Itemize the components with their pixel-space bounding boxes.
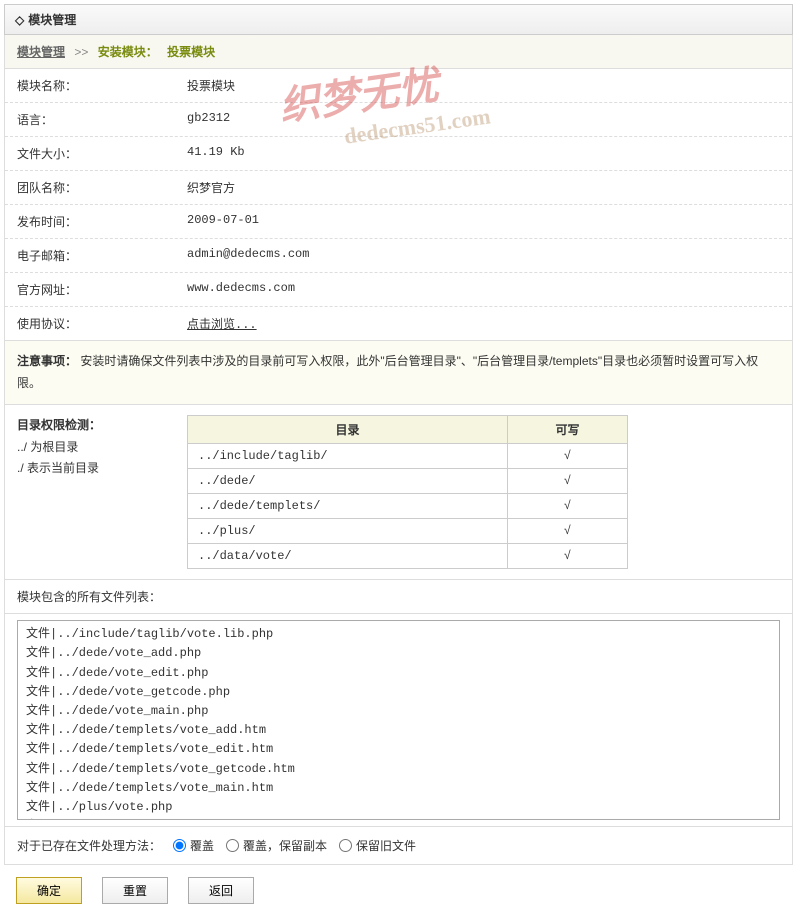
permission-section: 目录权限检测： ../ 为根目录 ./ 表示当前目录 目录 可写 ../incl… <box>4 405 793 580</box>
radio-backup[interactable]: 覆盖，保留副本 <box>226 837 327 854</box>
email-value: admin@dedecms.com <box>187 247 309 264</box>
filelist-header: 模块包含的所有文件列表： <box>4 580 793 614</box>
list-item: 文件|../dede/vote_getcode.php <box>26 683 771 702</box>
list-item: 文件|../include/taglib/vote.lib.php <box>26 625 771 644</box>
email-label: 电子邮箱： <box>17 247 187 264</box>
breadcrumb: 模块管理 >> 安装模块： 投票模块 <box>4 35 793 69</box>
radio-overwrite[interactable]: 覆盖 <box>173 837 214 854</box>
list-item: 文件|../dede/templets/vote_main.htm <box>26 779 771 798</box>
list-item: 文件|../dede/vote_main.php <box>26 702 771 721</box>
size-value: 41.19 Kb <box>187 145 245 162</box>
page-title: 模块管理 <box>28 11 76 28</box>
list-item: 文件|../dede/templets/vote_add.htm <box>26 721 771 740</box>
writable-cell: √ <box>508 494 628 519</box>
list-item: 文件|../data/vote/vote_1.js <box>26 817 771 820</box>
dir-cell: ../dede/ <box>188 469 508 494</box>
module-info: 模块名称：投票模块 语言：gb2312 文件大小：41.19 Kb 团队名称：织… <box>4 69 793 341</box>
agree-label: 使用协议： <box>17 315 187 332</box>
dir-cell: ../data/vote/ <box>188 544 508 569</box>
writable-cell: √ <box>508 544 628 569</box>
list-item: 文件|../dede/templets/vote_edit.htm <box>26 740 771 759</box>
table-row: ../include/taglib/√ <box>188 444 628 469</box>
url-value: www.dedecms.com <box>187 281 295 298</box>
file-list[interactable]: 文件|../include/taglib/vote.lib.php文件|../d… <box>17 620 780 820</box>
agree-link[interactable]: 点击浏览... <box>187 315 257 332</box>
breadcrumb-root[interactable]: 模块管理 <box>17 45 65 59</box>
radio-backup-input[interactable] <box>226 839 239 852</box>
writable-cell: √ <box>508 469 628 494</box>
notice-text: 安装时请确保文件列表中涉及的目录前可写入权限，此外"后台管理目录"、"后台管理目… <box>17 354 758 390</box>
breadcrumb-action: 安装模块： <box>98 45 158 59</box>
button-row: 确定 重置 返回 <box>4 865 793 916</box>
lang-label: 语言： <box>17 111 187 128</box>
table-row: ../dede/√ <box>188 469 628 494</box>
breadcrumb-arrow: >> <box>74 45 88 59</box>
url-label: 官方网址： <box>17 281 187 298</box>
col-write: 可写 <box>508 416 628 444</box>
radio-keep-input[interactable] <box>339 839 352 852</box>
date-label: 发布时间： <box>17 213 187 230</box>
permission-table: 目录 可写 ../include/taglib/√../dede/√../ded… <box>187 415 628 569</box>
list-item: 文件|../dede/vote_add.php <box>26 644 771 663</box>
options-row: 对于已存在文件处理方法： 覆盖 覆盖，保留副本 保留旧文件 <box>4 827 793 865</box>
dir-cell: ../dede/templets/ <box>188 494 508 519</box>
size-label: 文件大小： <box>17 145 187 162</box>
list-item: 文件|../plus/vote.php <box>26 798 771 817</box>
name-value: 投票模块 <box>187 77 235 94</box>
radio-keep[interactable]: 保留旧文件 <box>339 837 416 854</box>
notice-box: 注意事项： 安装时请确保文件列表中涉及的目录前可写入权限，此外"后台管理目录"、… <box>4 341 793 405</box>
diamond-icon: ◇ <box>15 13 24 27</box>
team-label: 团队名称： <box>17 179 187 196</box>
table-row: ../plus/√ <box>188 519 628 544</box>
options-label: 对于已存在文件处理方法： <box>17 837 161 854</box>
breadcrumb-module: 投票模块 <box>167 45 215 59</box>
writable-cell: √ <box>508 519 628 544</box>
notice-label: 注意事项： <box>17 354 77 368</box>
writable-cell: √ <box>508 444 628 469</box>
list-item: 文件|../dede/templets/vote_getcode.htm <box>26 760 771 779</box>
dir-cell: ../plus/ <box>188 519 508 544</box>
perm-title: 目录权限检测： <box>17 415 167 437</box>
perm-note1: ../ 为根目录 <box>17 437 167 459</box>
team-value: 织梦官方 <box>187 179 235 196</box>
page-title-bar: ◇ 模块管理 <box>4 4 793 35</box>
radio-overwrite-input[interactable] <box>173 839 186 852</box>
date-value: 2009-07-01 <box>187 213 259 230</box>
reset-button[interactable]: 重置 <box>102 877 168 904</box>
dir-cell: ../include/taglib/ <box>188 444 508 469</box>
table-row: ../dede/templets/√ <box>188 494 628 519</box>
perm-note2: ./ 表示当前目录 <box>17 458 167 480</box>
lang-value: gb2312 <box>187 111 230 128</box>
col-dir: 目录 <box>188 416 508 444</box>
back-button[interactable]: 返回 <box>188 877 254 904</box>
table-row: ../data/vote/√ <box>188 544 628 569</box>
name-label: 模块名称： <box>17 77 187 94</box>
ok-button[interactable]: 确定 <box>16 877 82 904</box>
list-item: 文件|../dede/vote_edit.php <box>26 664 771 683</box>
